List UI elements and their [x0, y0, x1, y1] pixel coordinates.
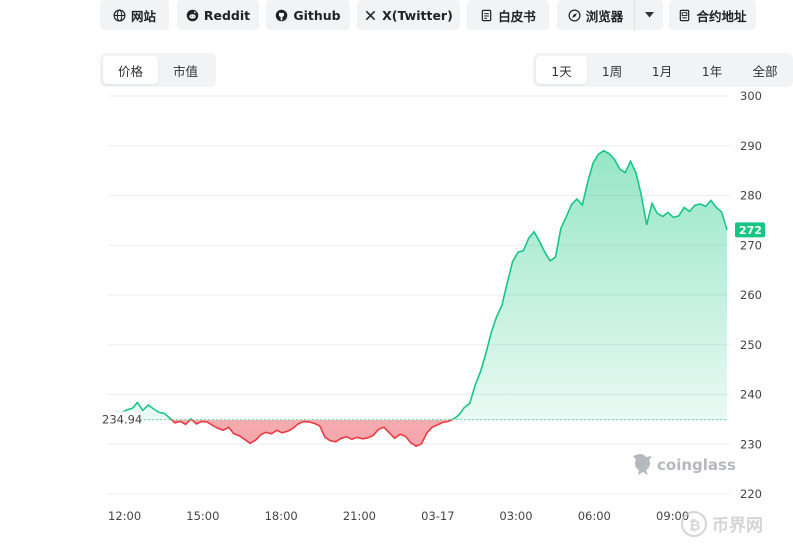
- y-tick-label: 290: [740, 139, 762, 153]
- y-tick-label: 280: [740, 189, 762, 203]
- y-tick-label: 230: [740, 437, 762, 451]
- x-tick-label: 21:00: [343, 509, 376, 523]
- x-tick-label: 12:00: [108, 509, 141, 523]
- baseline-label: 234.94: [100, 411, 142, 428]
- x-tick-label: 18:00: [265, 509, 298, 523]
- y-axis-ticks: 220 230 240 250 260 270 280 290 300: [740, 89, 762, 501]
- y-tick-label: 260: [740, 288, 762, 302]
- corner-watermark-text: 币界网: [712, 516, 763, 536]
- y-tick-label: 300: [740, 89, 762, 103]
- y-tick-label: 250: [740, 338, 762, 352]
- coinglass-logo-icon: [633, 453, 652, 475]
- baseline-value: 234.94: [102, 413, 142, 427]
- x-tick-label: 03-17: [421, 509, 454, 523]
- y-tick-label: 220: [740, 487, 762, 501]
- watermark: coinglass: [633, 453, 736, 475]
- watermark-text: coinglass: [657, 456, 736, 474]
- current-price-badge: 272: [735, 222, 765, 238]
- y-tick-label: 240: [740, 388, 762, 402]
- x-tick-label: 06:00: [578, 509, 611, 523]
- price-chart: 220 230 240 250 260 270 280 290 300 12:00 15:00 18…: [100, 89, 765, 537]
- y-tick-label: 270: [740, 238, 762, 252]
- bitcoin-symbol: ₿: [689, 518, 700, 534]
- x-tick-label: 15:00: [186, 509, 219, 523]
- x-tick-label: 03:00: [499, 509, 532, 523]
- corner-watermark: ₿ 币界网: [681, 511, 763, 537]
- x-axis-ticks: 12:00 15:00 18:00 21:00 03-17 03:00 06:00 09:00: [108, 509, 689, 523]
- current-price-value: 272: [739, 224, 762, 237]
